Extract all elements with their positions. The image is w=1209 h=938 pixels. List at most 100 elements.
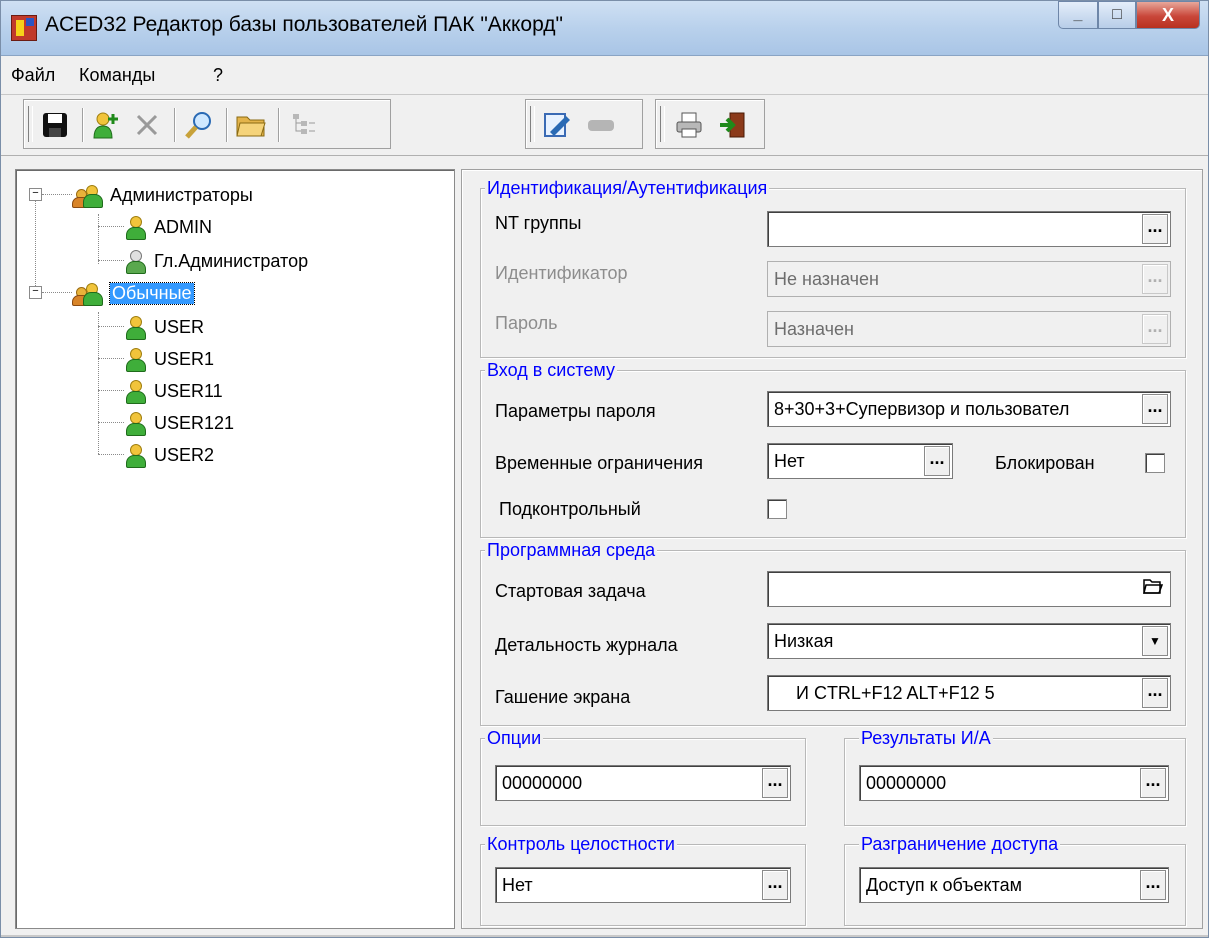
controlled-label: Подконтрольный: [499, 499, 641, 519]
toolbar-separator: [226, 108, 228, 142]
tree-item-user11[interactable]: USER11: [124, 376, 223, 406]
menu-file[interactable]: Файл: [11, 65, 55, 86]
tree-view-button[interactable]: [286, 108, 320, 142]
integrity-browse-button[interactable]: ...: [762, 870, 788, 900]
print-button[interactable]: [672, 108, 706, 142]
app-icon[interactable]: [11, 15, 37, 41]
toolbar-separator: [278, 108, 280, 142]
password-params-field[interactable]: 8+30+3+Супервизор и пользовател ...: [767, 391, 1171, 427]
key-icon: [588, 120, 614, 131]
open-folder-button[interactable]: [234, 108, 268, 142]
tree-item-user2[interactable]: USER2: [124, 440, 214, 470]
controlled-checkbox[interactable]: [767, 499, 787, 519]
edit-button[interactable]: [540, 108, 574, 142]
access-browse-button[interactable]: ...: [1140, 870, 1166, 900]
maximize-button[interactable]: □: [1098, 1, 1136, 29]
ia-results-field[interactable]: 00000000 ...: [859, 765, 1169, 801]
group-identification: Идентификация/Аутентификация NT группы .…: [480, 178, 1186, 358]
tree-item-admin[interactable]: ADMIN: [124, 212, 212, 242]
user-icon: [124, 443, 146, 468]
menu-help[interactable]: ?: [213, 65, 223, 86]
title-bar[interactable]: ACED32 Редактор базы пользователей ПАК "…: [1, 1, 1208, 56]
password-params-label: Параметры пароля: [495, 401, 656, 421]
options-field[interactable]: 00000000 ...: [495, 765, 791, 801]
tree-line: [98, 454, 124, 455]
key-button[interactable]: [584, 108, 618, 142]
open-folder-icon: [236, 116, 266, 137]
tree-item-user1[interactable]: USER1: [124, 344, 214, 374]
nt-groups-browse-button[interactable]: ...: [1142, 214, 1168, 244]
open-file-icon[interactable]: [1140, 576, 1166, 602]
add-user-icon: [93, 112, 118, 139]
toolbar-separator: [174, 108, 176, 142]
menu-commands[interactable]: Команды: [79, 65, 155, 86]
tree-item-user121[interactable]: USER121: [124, 408, 234, 438]
user-tree[interactable]: − Администраторы ADMIN Гл.Администратор …: [15, 169, 455, 929]
tree-line: [98, 312, 99, 454]
tree-item-user[interactable]: USER: [124, 312, 204, 342]
log-detail-select[interactable]: Низкая ▼: [767, 623, 1171, 659]
group-access: Разграничение доступа Доступ к объектам …: [844, 834, 1186, 926]
nt-groups-label: NT группы: [495, 213, 582, 233]
maximize-icon: □: [1112, 6, 1122, 23]
time-limits-field[interactable]: Нет ...: [767, 443, 953, 479]
save-icon: [43, 113, 67, 137]
time-limits-value: Нет: [774, 451, 805, 471]
window-title: ACED32 Редактор базы пользователей ПАК "…: [45, 13, 563, 36]
expander-regular[interactable]: −: [29, 286, 42, 299]
minimize-button[interactable]: _: [1058, 1, 1098, 29]
screen-blank-field[interactable]: И CTRL+F12 ALT+F12 5 ...: [767, 675, 1171, 711]
minimize-icon: _: [1073, 6, 1083, 23]
tree-line: [35, 194, 36, 286]
tree-line: [98, 422, 124, 423]
toolbar-grip[interactable]: [660, 106, 665, 142]
group-options: Опции 00000000 ...: [480, 728, 806, 826]
password-params-browse-button[interactable]: ...: [1142, 394, 1168, 424]
toolbar-grip[interactable]: [28, 106, 33, 142]
expander-administrators[interactable]: −: [29, 188, 42, 201]
user-icon: [124, 347, 146, 372]
add-user-button[interactable]: [90, 108, 124, 142]
options-value: 00000000: [502, 773, 583, 793]
time-limits-browse-button[interactable]: ...: [924, 446, 950, 476]
group-legend: Идентификация/Аутентификация: [485, 178, 770, 199]
access-field[interactable]: Доступ к объектам ...: [859, 867, 1169, 903]
integrity-field[interactable]: Нет ...: [495, 867, 791, 903]
ia-results-browse-button[interactable]: ...: [1140, 768, 1166, 798]
close-icon: X: [1161, 4, 1174, 25]
group-integrity: Контроль целостности Нет ...: [480, 834, 806, 926]
tree-item-label: Гл.Администратор: [154, 250, 309, 271]
tree-item-chief-admin[interactable]: Гл.Администратор: [124, 246, 308, 276]
delete-button[interactable]: [130, 108, 164, 142]
main-window: ACED32 Редактор базы пользователей ПАК "…: [0, 0, 1209, 938]
blocked-checkbox[interactable]: [1145, 453, 1165, 473]
find-button[interactable]: [182, 108, 216, 142]
bottom-border: [1, 935, 1208, 937]
tree-line: [98, 326, 124, 327]
tree-group-regular[interactable]: Обычные: [72, 278, 195, 308]
toolbar-grip[interactable]: [530, 106, 535, 142]
user-group-icon: [72, 183, 103, 208]
identifier-label: Идентификатор: [495, 263, 628, 283]
tree-line: [98, 214, 99, 264]
password-value: Назначен: [774, 319, 854, 339]
delete-icon: [136, 114, 158, 136]
log-detail-label: Детальность журнала: [495, 635, 678, 655]
properties-panel: Идентификация/Аутентификация NT группы .…: [461, 169, 1203, 929]
chief-admin-icon: [124, 249, 146, 274]
tree-item-label: USER121: [154, 412, 235, 433]
blocked-label: Блокирован: [995, 453, 1095, 473]
tree-line: [98, 390, 124, 391]
exit-button[interactable]: [716, 108, 750, 142]
ia-results-value: 00000000: [866, 773, 947, 793]
options-browse-button[interactable]: ...: [762, 768, 788, 798]
save-button[interactable]: [38, 108, 72, 142]
user-icon: [124, 215, 146, 240]
screen-blank-browse-button[interactable]: ...: [1142, 678, 1168, 708]
tree-group-administrators[interactable]: Администраторы: [72, 180, 253, 210]
chevron-down-icon[interactable]: ▼: [1142, 626, 1168, 656]
toolbar-separator: [82, 108, 84, 142]
start-task-field[interactable]: [767, 571, 1171, 607]
nt-groups-field[interactable]: ...: [767, 211, 1171, 247]
close-button[interactable]: X: [1136, 1, 1200, 29]
